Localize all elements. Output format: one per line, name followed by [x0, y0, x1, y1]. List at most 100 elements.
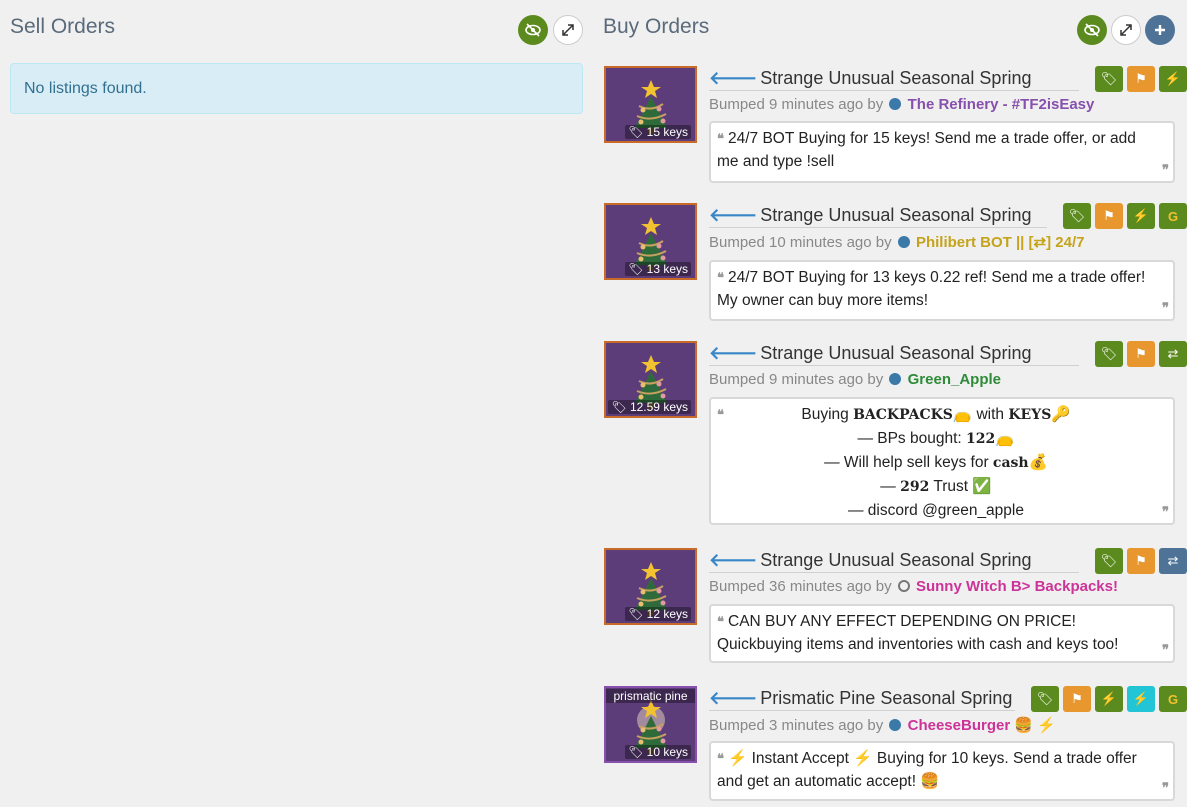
message-line: Buying BACKPACKS👝 with KEYS🔑	[801, 406, 1071, 423]
item-name-link[interactable]: 🡐 Prismatic Pine Seasonal Spring	[709, 688, 1012, 709]
tag-icon: 🏷	[1100, 346, 1118, 361]
item-thumbnail[interactable]: 🏷 12.59 keys	[604, 341, 697, 418]
tag-badge[interactable]: 🏷	[1031, 686, 1059, 712]
exchange-badge[interactable]: ⇄	[1159, 548, 1187, 574]
divider	[709, 365, 1079, 366]
arrow-left-icon: 🡐	[709, 343, 758, 363]
badge-group: 🏷 ⚑ ⚡ G	[1063, 203, 1187, 229]
item-name-link[interactable]: 🡐 Strange Unusual Seasonal Spring	[709, 205, 1031, 226]
g-badge[interactable]: G	[1159, 203, 1187, 229]
bumped-info: Bumped 3 minutes ago by CheeseBurger 🍔 ⚡	[709, 717, 1056, 734]
listing: 🏷 12.59 keys 🡐 Strange Unusual Seasonal S…	[603, 341, 1187, 526]
exchange-icon: ⇄	[1167, 346, 1179, 361]
badge-group: 🏷 ⚑ ⇄	[1095, 341, 1187, 367]
quote-close-icon: ❞	[1162, 780, 1169, 795]
price-label: 13 keys	[646, 262, 688, 276]
user-link[interactable]: Sunny Witch B> Backpacks!	[916, 578, 1118, 595]
item-name-link[interactable]: 🡐 Strange Unusual Seasonal Spring	[709, 343, 1031, 364]
toggle-visibility-button[interactable]	[1077, 15, 1107, 45]
badge-group: 🏷 ⚑ ⚡	[1095, 66, 1187, 92]
divider	[709, 710, 1015, 711]
bolt-badge[interactable]: ⚡	[1127, 203, 1155, 229]
quote-close-icon: ❞	[1162, 504, 1169, 519]
add-listing-button[interactable]	[1145, 15, 1175, 45]
flag-badge[interactable]: ⚑	[1095, 203, 1123, 229]
bolt-badge[interactable]: ⚡	[1127, 686, 1155, 712]
item-thumbnail[interactable]: prismatic pine 🏷 10 keys	[604, 686, 697, 763]
message-line: — discord @green_apple	[847, 502, 1024, 519]
flag-badge[interactable]: ⚑	[1063, 686, 1091, 712]
price-label: 15 keys	[646, 125, 688, 139]
tag-icon: 🏷	[628, 262, 644, 276]
g-badge[interactable]: G	[1159, 686, 1187, 712]
status-dot-icon	[897, 580, 910, 592]
bolt-icon: ⚡	[1164, 71, 1182, 86]
tag-icon: 🏷	[1068, 208, 1086, 223]
item-thumbnail[interactable]: 🏷 13 keys	[604, 203, 697, 280]
flag-badge[interactable]: ⚑	[1127, 548, 1155, 574]
status-dot-icon	[897, 236, 910, 248]
expand-button[interactable]	[1111, 15, 1141, 45]
tag-icon: 🏷	[611, 400, 627, 414]
price-label: 12.59 keys	[629, 400, 688, 414]
divider	[709, 227, 1047, 228]
item-name-link[interactable]: 🡐 Strange Unusual Seasonal Spring	[709, 550, 1031, 571]
tag-badge[interactable]: 🏷	[1095, 548, 1123, 574]
listing: 🏷 15 keys 🡐 Strange Unusual Seasonal Spri…	[603, 66, 1187, 184]
quote-open-icon: ❝	[717, 614, 724, 629]
badge-group: 🏷 ⚑ ⇄	[1095, 548, 1187, 574]
bumped-info: Bumped 9 minutes ago by The Refinery - #…	[709, 96, 1095, 113]
listing: 🏷 13 keys 🡐 Strange Unusual Seasonal Spri…	[603, 203, 1187, 321]
user-link[interactable]: CheeseBurger	[908, 717, 1011, 734]
message-line: — 292 Trust ✅	[880, 478, 992, 495]
tag-badge[interactable]: 🏷	[1095, 66, 1123, 92]
quote-close-icon: ❞	[1162, 162, 1169, 177]
quote-open-icon: ❝	[717, 270, 724, 285]
bolt-icon: ⚡	[1132, 208, 1150, 223]
expand-button[interactable]	[553, 15, 583, 45]
effect-label: prismatic pine	[606, 689, 695, 703]
item-thumbnail[interactable]: 🏷 15 keys	[604, 66, 697, 143]
item-thumbnail[interactable]: 🏷 12 keys	[604, 548, 697, 625]
badge-group: 🏷 ⚑ ⚡ ⚡ G	[1031, 686, 1187, 712]
flag-badge[interactable]: ⚑	[1127, 341, 1155, 367]
arrow-left-icon: 🡐	[709, 688, 758, 708]
tag-icon: 🏷	[1100, 71, 1118, 86]
listing-message: ❝ 24/7 BOT Buying for 15 keys! Send me a …	[709, 121, 1175, 183]
price-label: 10 keys	[646, 745, 688, 759]
tag-badge[interactable]: 🏷	[1063, 203, 1091, 229]
bolt-badge[interactable]: ⚡	[1095, 686, 1123, 712]
listing-message: ❝ CAN BUY ANY EFFECT DEPENDING ON PRICE! …	[709, 604, 1175, 663]
tag-icon: 🏷	[1036, 691, 1054, 706]
eye-slash-icon	[525, 23, 541, 37]
buy-orders-title: Buy Orders	[603, 15, 710, 38]
bumped-info: Bumped 36 minutes ago by Sunny Witch B> …	[709, 578, 1118, 595]
expand-icon	[1120, 24, 1132, 36]
empty-listings-alert: No listings found.	[10, 63, 583, 114]
bolt-badge[interactable]: ⚡	[1159, 66, 1187, 92]
listing-message: ❝ Buying BACKPACKS👝 with KEYS🔑 — BPs bou…	[709, 397, 1175, 525]
price-label: 12 keys	[646, 607, 688, 621]
listing-message: ❝ ⚡ Instant Accept ⚡ Buying for 10 keys. …	[709, 741, 1175, 801]
bolt-icon: ⚡	[1100, 691, 1118, 706]
tag-badge[interactable]: 🏷	[1095, 341, 1123, 367]
arrow-left-icon: 🡐	[709, 550, 758, 570]
quote-open-icon: ❝	[717, 407, 724, 422]
bolt-icon: ⚡	[1132, 691, 1150, 706]
listing-message: ❝ 24/7 BOT Buying for 13 keys 0.22 ref! S…	[709, 260, 1175, 321]
item-name-link[interactable]: 🡐 Strange Unusual Seasonal Spring	[709, 68, 1031, 89]
bumped-info: Bumped 9 minutes ago by Green_Apple	[709, 371, 1001, 388]
message-line: — BPs bought: 122👝	[857, 430, 1015, 447]
listing: prismatic pine 🏷 10 keys 🡐 Prismatic Pine…	[603, 686, 1187, 804]
quote-close-icon: ❞	[1162, 642, 1169, 657]
user-link[interactable]: The Refinery - #TF2isEasy	[908, 96, 1095, 113]
flag-icon: ⚑	[1103, 208, 1115, 223]
user-link[interactable]: Philibert BOT || [⇄] 24/7	[916, 234, 1085, 251]
exchange-badge[interactable]: ⇄	[1159, 341, 1187, 367]
flag-icon: ⚑	[1135, 553, 1147, 568]
flag-icon: ⚑	[1135, 71, 1147, 86]
flag-badge[interactable]: ⚑	[1127, 66, 1155, 92]
eye-slash-icon	[1084, 23, 1100, 37]
toggle-visibility-button[interactable]	[518, 15, 548, 45]
user-link[interactable]: Green_Apple	[908, 371, 1001, 388]
